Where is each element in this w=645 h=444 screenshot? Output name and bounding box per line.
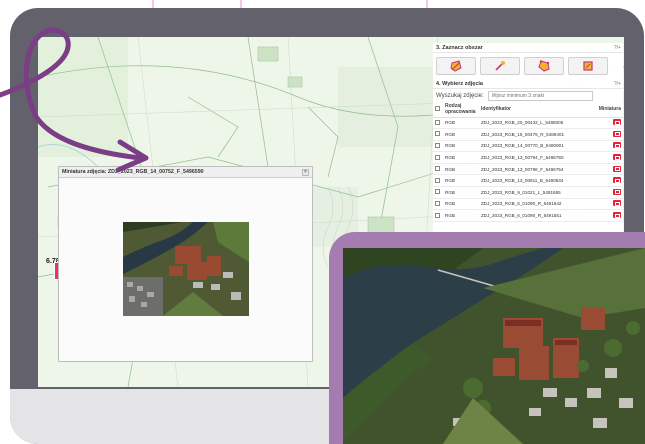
help-link[interactable]: ?/+ <box>614 81 621 87</box>
cell-type: RGB <box>443 128 479 141</box>
cell-identifier: ZDJ_2023_RGB_13_00811_B_5490634 <box>479 174 597 188</box>
table-row[interactable]: RGB ZDJ_2023_RGB_14_00770_B_5480901 <box>433 140 623 153</box>
cell-identifier: ZDJ_2023_RGB_15_00475_R_5489401 <box>479 128 597 141</box>
row-checkbox[interactable] <box>435 212 440 218</box>
row-checkbox[interactable] <box>435 142 440 148</box>
wand-button[interactable] <box>480 57 520 75</box>
selection-tools <box>433 53 623 79</box>
polygon-select-button[interactable] <box>524 57 564 75</box>
cell-identifier: ZDJ_2023_RGB_6_01090_R_5491551 <box>479 209 597 222</box>
row-checkbox[interactable] <box>435 119 440 125</box>
cell-type: RGB <box>443 198 479 211</box>
thumbnail-button[interactable] <box>613 177 621 184</box>
table-row[interactable]: RGB ZDJ_2023_RGB_6_01090_R_5491542 <box>433 198 623 211</box>
cell-type: RGB <box>443 209 479 222</box>
table-row[interactable]: RGB ZDJ_2023_RGB_6_01090_R_5491551 <box>433 209 623 222</box>
search-label: Wyszukaj zdjęcie: <box>436 93 484 99</box>
thumbnail-image <box>123 222 249 316</box>
selection-panel: 3. Zaznacz obszar ?/+ 4. Wybierz zdjęcia… <box>433 43 623 243</box>
table-row[interactable]: RGB ZDJ_2023_RGB_15_00475_R_5489401 <box>433 128 623 141</box>
thumbnail-window: Miniatura zdjęcia: ZDJ_2023_RGB_14_00752… <box>58 166 313 362</box>
search-input[interactable] <box>487 91 593 101</box>
polygon-select-icon <box>538 60 550 72</box>
row-checkbox[interactable] <box>435 177 440 183</box>
thumbnail-button[interactable] <box>613 130 621 137</box>
thumbnail-button[interactable] <box>613 142 621 149</box>
cell-identifier: ZDJ_2023_RGB_6_01090_R_5491542 <box>479 198 597 211</box>
thumbnail-window-title: Miniatura zdjęcia: ZDJ_2023_RGB_14_00752… <box>62 169 204 175</box>
cell-type: RGB <box>443 140 479 153</box>
table-row[interactable]: RGB ZDJ_2023_RGB_13_00796_F_5496754 <box>433 163 623 176</box>
cell-type: RGB <box>443 174 479 188</box>
thumbnail-window-titlebar[interactable]: Miniatura zdjęcia: ZDJ_2023_RGB_14_00752… <box>59 167 312 178</box>
section-title: 4. Wybierz zdjęcia <box>436 80 483 87</box>
photo-table: Rodzaj opracowania Identyfikator Miniatu… <box>433 103 623 222</box>
section-choose-photos: 4. Wybierz zdjęcia ?/+ <box>433 79 623 89</box>
column-header-id[interactable]: Identyfikator <box>479 103 597 118</box>
thumbnail-button[interactable] <box>613 154 621 161</box>
rectangle-select-button[interactable] <box>568 57 608 75</box>
table-row[interactable]: RGB ZDJ_2023_RGB_9_01021_L_5491665 <box>433 186 623 199</box>
photo-search: Wyszukaj zdjęcie: <box>433 89 623 103</box>
polygon-erase-button[interactable] <box>436 57 476 75</box>
column-header-thumbnail: Miniatura <box>596 103 623 118</box>
thumbnail-button[interactable] <box>613 119 621 126</box>
thumbnail-button[interactable] <box>613 188 621 195</box>
cell-type: RGB <box>443 163 479 176</box>
wand-icon <box>495 61 505 71</box>
row-checkbox[interactable] <box>435 131 440 137</box>
close-button[interactable]: × <box>302 169 309 176</box>
cell-identifier: ZDJ_2023_RGB_20_00432_L_5488005 <box>479 117 597 130</box>
thumbnail-button[interactable] <box>613 165 621 172</box>
table-row[interactable]: RGB ZDJ_2023_RGB_20_00432_L_5488005 <box>433 117 623 130</box>
select-all-checkbox[interactable] <box>435 106 440 111</box>
thumbnail-button[interactable] <box>613 212 621 219</box>
help-link[interactable]: ?/+ <box>614 45 621 51</box>
cell-type: RGB <box>443 151 479 164</box>
row-checkbox[interactable] <box>435 189 440 195</box>
aerial-photo <box>343 248 645 444</box>
cell-identifier: ZDJ_2023_RGB_13_00796_F_5496754 <box>479 163 597 176</box>
cell-type: RGB <box>443 186 479 199</box>
row-checkbox[interactable] <box>435 200 440 206</box>
thumbnail-button[interactable] <box>613 200 621 207</box>
row-checkbox[interactable] <box>435 154 440 160</box>
row-checkbox[interactable] <box>435 166 440 172</box>
section-select-area: 3. Zaznacz obszar ?/+ <box>433 43 623 53</box>
cell-type: RGB <box>443 117 479 130</box>
cell-identifier: ZDJ_2023_RGB_9_01021_L_5491665 <box>479 186 597 199</box>
cell-identifier: ZDJ_2023_RGB_13_00794_F_5496750 <box>479 151 597 164</box>
table-row[interactable]: RGB ZDJ_2023_RGB_13_00811_B_5490634 <box>433 174 623 188</box>
column-header-type[interactable]: Rodzaj opracowania <box>443 103 479 118</box>
rectangle-select-icon <box>583 61 593 71</box>
polygon-erase-icon <box>450 60 462 72</box>
table-row[interactable]: RGB ZDJ_2023_RGB_13_00794_F_5496750 <box>433 151 623 164</box>
section-title: 3. Zaznacz obszar <box>436 44 483 51</box>
cell-identifier: ZDJ_2023_RGB_14_00770_B_5480901 <box>479 140 597 153</box>
